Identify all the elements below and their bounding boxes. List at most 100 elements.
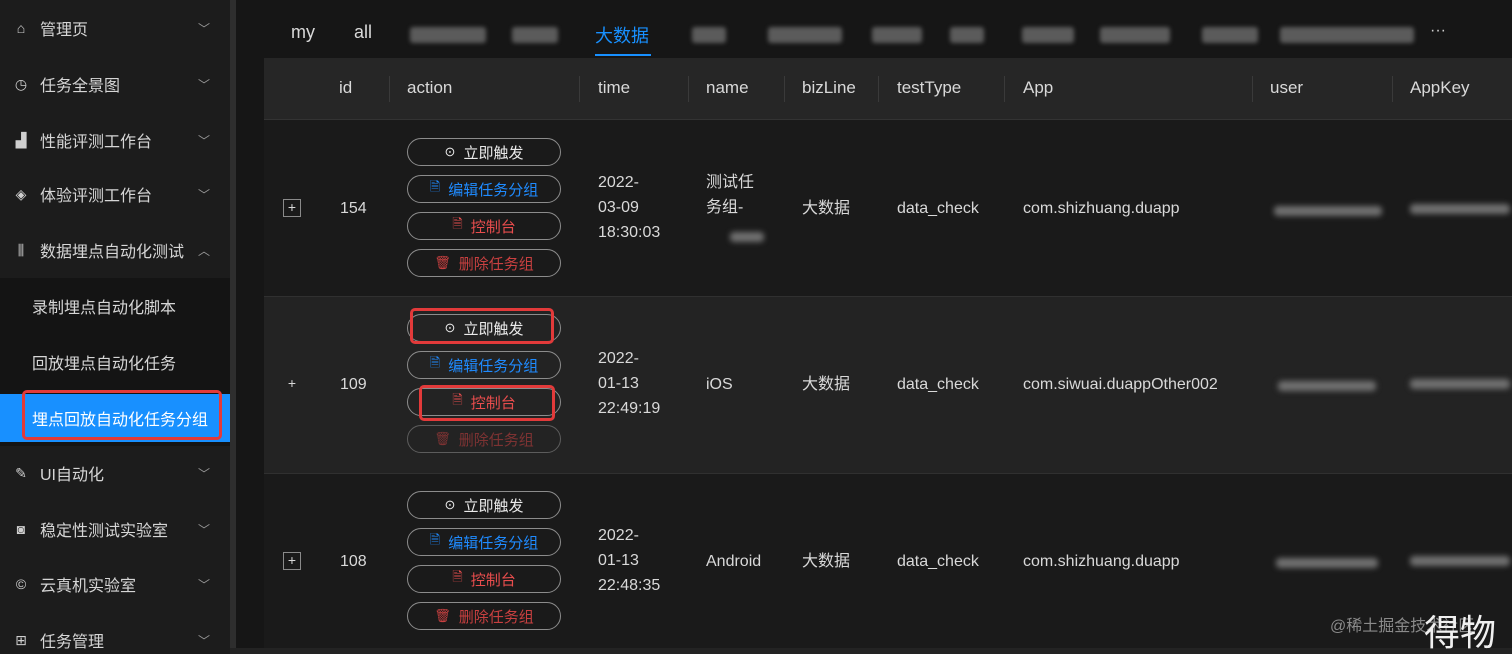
edit-group-button[interactable]: 🗎 编辑任务分组 <box>407 528 561 556</box>
delete-group-button[interactable]: 🗑 删除任务组 <box>407 602 561 630</box>
column-header-time[interactable]: time <box>598 78 630 98</box>
sidebar-item-label: 性能评测工作台 <box>40 134 153 151</box>
delete-group-button[interactable]: 🗑 删除任务组 <box>407 425 561 453</box>
column-header-action[interactable]: action <box>407 78 452 98</box>
tab-redacted[interactable] <box>1202 27 1258 43</box>
trash-icon: 🗑 <box>434 255 451 270</box>
console-button[interactable]: 🗎 控制台 <box>407 212 561 240</box>
tab-bigdata[interactable]: 大数据 <box>595 22 649 48</box>
trigger-button[interactable]: ⊙ 立即触发 <box>407 138 561 166</box>
console-button[interactable]: 🗎 控制台 <box>407 565 561 593</box>
tabs-more-icon[interactable]: ··· <box>1430 22 1446 40</box>
edit-group-button[interactable]: 🗎 编辑任务分组 <box>407 351 561 379</box>
file-icon: 🗎 <box>429 532 441 547</box>
camera-icon: ◙ <box>16 521 26 537</box>
table-header: id action time name bizLine testType App… <box>264 58 1512 120</box>
column-header-id[interactable]: id <box>339 78 352 98</box>
redacted-appkey <box>1410 379 1510 389</box>
tab-redacted[interactable] <box>1022 27 1074 43</box>
button-label: 立即触发 <box>463 144 524 162</box>
sidebar-subitem-replay-task-group[interactable]: 埋点回放自动化任务分组 <box>0 394 230 442</box>
sidebar-divider[interactable] <box>230 0 236 654</box>
tab-redacted[interactable] <box>512 27 558 43</box>
cell-app: com.shizhuang.duapp <box>1023 553 1180 570</box>
chart-icon: ▟ <box>15 131 27 148</box>
chevron-down-icon: ﹀ <box>197 77 210 92</box>
task-group-table: id action time name bizLine testType App… <box>264 58 1512 654</box>
expand-row-icon[interactable]: + <box>283 199 301 217</box>
time-line: 22:48:35 <box>598 577 661 594</box>
sidebar-item-label: 数据埋点自动化测试 <box>40 244 185 261</box>
sidebar-subitem-record-script[interactable]: 录制埋点自动化脚本 <box>0 282 230 330</box>
sidebar-item-task-management[interactable]: ⊞ 任务管理 ﹀ <box>0 616 230 654</box>
cell-bizline: 大数据 <box>802 200 851 217</box>
signal-icon: ⫼ <box>17 241 25 258</box>
tab-redacted[interactable] <box>872 27 922 43</box>
column-divider <box>1004 76 1005 102</box>
cell-name: Android <box>706 549 761 574</box>
expand-row-icon[interactable]: + <box>283 552 301 570</box>
trigger-button[interactable]: ⊙ 立即触发 <box>407 314 561 342</box>
name-line: 务组- <box>706 199 744 216</box>
cell-testtype: data_check <box>897 376 979 393</box>
redacted-appkey <box>1410 556 1510 566</box>
trigger-button[interactable]: ⊙ 立即触发 <box>407 491 561 519</box>
sidebar-subitem-label: 埋点回放自动化任务分组 <box>32 412 209 429</box>
sidebar-item-perf-bench[interactable]: ▟ 性能评测工作台 ﹀ <box>0 116 230 164</box>
table-row: + 109 ⊙ 立即触发 🗎 编辑任务分组 🗎 控制台 🗑 删除任务组 2022- 01… <box>264 297 1512 474</box>
tab-redacted[interactable] <box>692 27 726 43</box>
button-label: 编辑任务分组 <box>448 357 539 375</box>
chevron-down-icon: ﹀ <box>197 522 210 537</box>
expand-row-icon[interactable]: + <box>283 375 301 393</box>
tab-redacted[interactable] <box>768 27 842 43</box>
sidebar-item-experience-bench[interactable]: ◈ 体验评测工作台 ﹀ <box>0 170 230 218</box>
sidebar-item-cloud-device-lab[interactable]: © 云真机实验室 ﹀ <box>0 560 230 608</box>
cell-app: com.siwuai.duappOther002 <box>1023 376 1218 393</box>
home-icon: ⌂ <box>16 20 26 36</box>
trash-icon: 🗑 <box>434 431 451 446</box>
tab-redacted[interactable] <box>1280 27 1414 43</box>
sidebar-item-admin[interactable]: ⌂ 管理页 ﹀ <box>0 4 230 52</box>
sidebar-item-data-tracking[interactable]: ⫼ 数据埋点自动化测试 ︿ <box>0 226 230 274</box>
column-header-bizline[interactable]: bizLine <box>802 78 856 98</box>
tab-my[interactable]: my <box>291 22 315 43</box>
button-label: 立即触发 <box>463 320 524 338</box>
time-line: 2022- <box>598 174 639 191</box>
cell-time: 2022- 01-13 22:49:19 <box>598 346 660 421</box>
tab-redacted[interactable] <box>410 27 486 43</box>
button-label: 控制台 <box>470 571 516 589</box>
sidebar-subitem-replay-task[interactable]: 回放埋点自动化任务 <box>0 338 230 386</box>
diamond-icon: ◈ <box>15 185 27 202</box>
column-divider <box>784 76 785 102</box>
tab-redacted[interactable] <box>1100 27 1170 43</box>
time-line: 2022- <box>598 350 639 367</box>
sidebar-item-stability-lab[interactable]: ◙ 稳定性测试实验室 ﹀ <box>0 505 230 553</box>
tab-all[interactable]: all <box>354 22 372 43</box>
column-header-name[interactable]: name <box>706 78 749 98</box>
column-divider <box>688 76 689 102</box>
delete-group-button[interactable]: 🗑 删除任务组 <box>407 249 561 277</box>
button-label: 控制台 <box>470 394 516 412</box>
edit-group-button[interactable]: 🗎 编辑任务分组 <box>407 175 561 203</box>
column-header-user[interactable]: user <box>1270 78 1303 98</box>
button-label: 删除任务组 <box>458 608 534 626</box>
play-circle-icon: ⊙ <box>444 497 456 512</box>
column-header-appkey[interactable]: AppKey <box>1410 78 1470 98</box>
button-label: 删除任务组 <box>458 431 534 449</box>
sidebar-item-task-overview[interactable]: ◷ 任务全景图 ﹀ <box>0 60 230 108</box>
chevron-down-icon: ﹀ <box>197 466 210 481</box>
sidebar-item-label: 稳定性测试实验室 <box>40 523 169 540</box>
column-header-testtype[interactable]: testType <box>897 78 961 98</box>
horizontal-scrollbar[interactable] <box>230 648 1512 654</box>
cell-id: 109 <box>340 376 367 393</box>
column-divider <box>389 76 390 102</box>
console-button[interactable]: 🗎 控制台 <box>407 388 561 416</box>
name-line: iOS <box>706 376 733 393</box>
button-label: 编辑任务分组 <box>448 181 539 199</box>
sidebar-item-ui-automation[interactable]: ✎ UI自动化 ﹀ <box>0 449 230 497</box>
column-header-app[interactable]: App <box>1023 78 1053 98</box>
table-row: + 108 ⊙ 立即触发 🗎 编辑任务分组 🗎 控制台 🗑 删除任务组 2022- 01… <box>264 474 1512 651</box>
redacted-text <box>730 232 764 242</box>
tab-redacted[interactable] <box>950 27 984 43</box>
copyright-icon: © <box>15 576 27 592</box>
